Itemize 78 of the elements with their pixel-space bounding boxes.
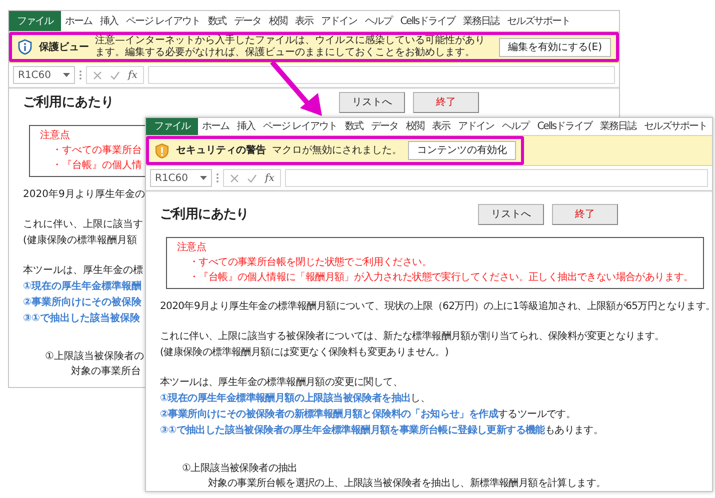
info-icon xyxy=(17,39,33,55)
ribbon-tab[interactable]: 挿入 xyxy=(96,11,122,31)
formula-field[interactable] xyxy=(148,66,615,84)
shield-warning-icon xyxy=(154,142,170,158)
caret-icon xyxy=(63,73,70,77)
message-title: セキュリティの警告 xyxy=(176,144,266,158)
exit-button[interactable]: 終了 xyxy=(552,204,618,225)
ribbon-tab[interactable]: ヘルプ xyxy=(498,118,534,135)
notice-item: ・すべての事業所台帳を閉じた状態でご利用ください。 xyxy=(188,256,432,270)
caret-icon xyxy=(200,176,207,180)
ribbon-tab[interactable]: 数式 xyxy=(341,118,368,135)
ribbon-tab[interactable]: セルズサポート xyxy=(640,118,712,135)
ribbon-tab[interactable]: データ xyxy=(230,11,266,31)
text-line: ①現在の厚生年金標準報酬 xyxy=(23,280,142,294)
ribbon-tab[interactable]: 表示 xyxy=(291,11,318,31)
message-text: マクロが無効にされました。 xyxy=(272,144,402,156)
name-box[interactable]: R1C60 xyxy=(13,66,75,84)
text-line: ③①で抽出した該当被保険 xyxy=(23,311,140,326)
ribbon-tab[interactable]: Cellsドライブ xyxy=(533,118,596,135)
ribbon-tab[interactable]: 校閲 xyxy=(265,11,292,31)
ribbon-tab[interactable]: データ xyxy=(367,118,402,135)
cancel-icon xyxy=(93,70,102,80)
step-description: 対象の事業所台帳を選択の上、上限該当被保険者を抽出し、新標準報酬月額を計算します。 xyxy=(207,476,606,491)
exit-button[interactable]: 終了 xyxy=(413,92,479,113)
enable-button[interactable]: コンテンツの有効化 xyxy=(408,141,516,160)
check-icon xyxy=(247,174,257,182)
grip-icon xyxy=(79,70,82,80)
list-button[interactable]: リストへ xyxy=(339,92,405,113)
ribbon-tab[interactable]: ページ レイアウト xyxy=(122,11,204,31)
message-text: 注意—インターネットから入手したファイルは、ウイルスに感染している可能性があります。編集する必要がなければ、保護ビューのままにしておくことをお勧めします。 xyxy=(95,35,486,59)
ribbon-tab[interactable]: 業務日誌 xyxy=(459,11,504,31)
insert-function-button[interactable]: fx xyxy=(128,68,138,82)
step-title: ①上限該当被保険者の xyxy=(44,350,144,364)
text-line: ③①で抽出した該当被保険者の厚生年金標準報酬月額を事業所台帳に登録し更新する機能もあります。 xyxy=(160,423,604,438)
ribbon-tab[interactable]: アドイン xyxy=(454,118,498,135)
ribbon-tab[interactable]: ページ レイアウト xyxy=(259,118,342,135)
text-line: 2020年9月より厚生年金の xyxy=(23,188,145,202)
message-title: 保護ビュー xyxy=(39,40,89,54)
text-line: (健康保険の標準報酬月額 xyxy=(23,234,137,248)
text-line: これに伴い、上限に該当す xyxy=(23,218,143,232)
text-line: ②事業所向けにその被保険者の新標準報酬月額と保険料の「お知らせ」を作成するツールです。 xyxy=(160,407,576,422)
text-line: ②事業所向けにその被保険 xyxy=(23,296,142,310)
grip-icon xyxy=(216,173,219,183)
ribbon-tab[interactable]: Cellsドライブ xyxy=(396,11,460,31)
step-title: ①上限該当被保険者の抽出 xyxy=(181,462,298,476)
sheet-title: ご利用にあたり xyxy=(23,94,114,112)
text-line: (健康保険の標準報酬月額には変更なく保険料も変更ありません。) xyxy=(160,346,449,360)
notice-heading: 注意点 xyxy=(40,128,70,143)
ribbon-tab[interactable]: ホーム xyxy=(198,118,233,135)
list-button[interactable]: リストへ xyxy=(478,204,544,225)
ribbon-tab[interactable]: 数式 xyxy=(204,11,230,31)
ribbon-tab[interactable]: 挿入 xyxy=(233,118,259,135)
notice-item: ・『台帳』の個人情 xyxy=(51,158,142,173)
cancel-icon xyxy=(230,174,239,182)
ribbon-tab[interactable]: 業務日誌 xyxy=(596,118,640,135)
file-tab[interactable]: ファイル xyxy=(9,11,61,31)
insert-function-button[interactable]: fx xyxy=(265,170,274,186)
text-line: 本ツールは、厚生年金の標準報酬月額の変更に関して、 xyxy=(160,376,403,390)
check-icon xyxy=(110,70,120,80)
text-line: ①現在の厚生年金標準報酬月額の上限該当被保険者を抽出 し、 xyxy=(160,391,430,406)
ribbon-tab[interactable]: ヘルプ xyxy=(361,11,396,31)
ribbon-tab[interactable]: ホーム xyxy=(61,11,96,31)
name-box[interactable]: R1C60 xyxy=(150,169,212,187)
enable-button[interactable]: 編集を有効にする(E) xyxy=(498,38,611,56)
text-line: 2020年9月より厚生年金の標準報酬月額について、現状の上限（62万円）の上に1等級追加され、上限額が65万円となります。 xyxy=(160,300,712,314)
ribbon-tab[interactable]: セルズサポート xyxy=(503,11,574,31)
notice-item: ・すべての事業所台 xyxy=(51,144,142,158)
ribbon-tab[interactable]: 校閲 xyxy=(402,118,428,135)
notice-item: ・『台帳』の個人情報に「報酬月額」が入力された状態で実行してください。正しく抽出できない場合があります。 xyxy=(188,270,694,285)
step-description: 対象の事業所台 xyxy=(70,364,141,379)
file-tab[interactable]: ファイル xyxy=(146,118,198,135)
ribbon-tab[interactable]: アドイン xyxy=(317,11,362,31)
ribbon-tab[interactable]: 表示 xyxy=(428,118,454,135)
text-line: 本ツールは、厚生年金の標 xyxy=(23,264,143,278)
notice-heading: 注意点 xyxy=(177,240,206,255)
sheet-title: ご利用にあたり xyxy=(160,206,249,224)
text-line: これに伴い、上限に該当する被保険者については、新たな標準報酬月額が割り当てられ、保険料が変更となります。 xyxy=(160,330,664,344)
formula-field[interactable] xyxy=(285,169,708,187)
